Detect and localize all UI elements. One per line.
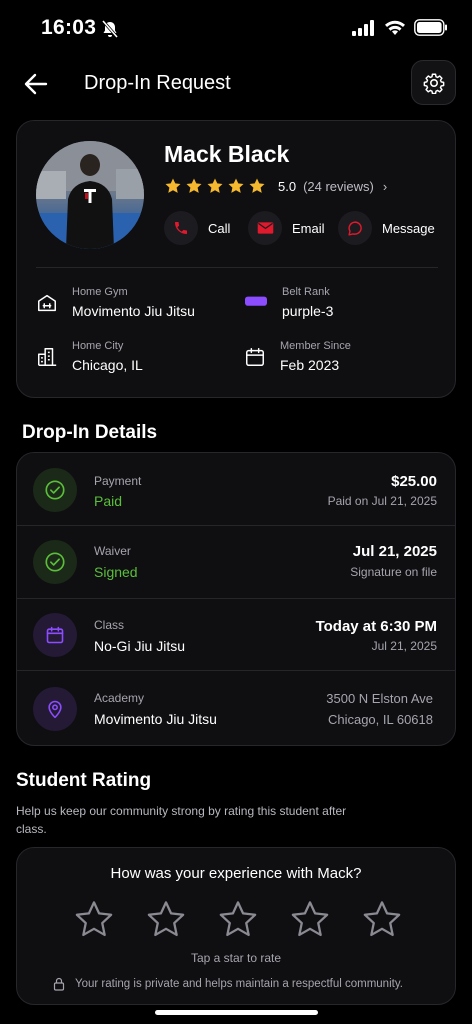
- calendar-icon: [246, 348, 264, 366]
- message-label: Message: [382, 220, 435, 236]
- payment-date: Paid on Jul 21, 2025: [327, 494, 437, 508]
- class-label: Class: [94, 618, 125, 632]
- academy-label: Academy: [94, 691, 145, 705]
- star-outline-icon: [291, 901, 329, 937]
- rating-reviews: (24 reviews): [303, 178, 374, 194]
- home-gym-value: Movimento Jiu Jitsu: [72, 303, 195, 319]
- email-button[interactable]: Email: [248, 211, 328, 245]
- waiver-label: Waiver: [94, 544, 131, 558]
- map-pin-icon: [33, 687, 77, 731]
- home-city-label: Home City: [72, 340, 124, 352]
- class-time: Today at 6:30 PM: [315, 618, 437, 635]
- academy-name: Movimento Jiu Jitsu: [94, 711, 217, 727]
- avatar-photo: [36, 141, 144, 249]
- waiver-date: Jul 21, 2025: [352, 543, 437, 560]
- status-indicators: [352, 19, 448, 36]
- star-outline-icon: [219, 901, 257, 937]
- star-outline-icon: [75, 901, 113, 937]
- member-since-label: Member Since: [280, 340, 351, 352]
- calendar-icon: [33, 613, 77, 657]
- gear-icon: [423, 73, 444, 94]
- rating-question: How was your experience with Mack?: [110, 865, 362, 882]
- class-row[interactable]: Class No-Gi Jiu Jitsu Today at 6:30 PM J…: [17, 599, 455, 671]
- star-outline-icon: [363, 901, 401, 937]
- call-label: Call: [208, 220, 231, 236]
- payment-label: Payment: [94, 474, 142, 488]
- rating-score: 5.0: [278, 178, 297, 194]
- home-gym-label: Home Gym: [72, 286, 128, 298]
- cellular-signal-icon: [352, 19, 374, 36]
- home-city-info: Home City Chicago, IL: [36, 340, 143, 373]
- waiver-row[interactable]: Waiver Signed Jul 21, 2025 Signature on …: [17, 526, 455, 599]
- wifi-icon: [385, 20, 405, 35]
- battery-icon: [414, 19, 447, 36]
- profile-divider: [36, 267, 438, 268]
- mail-icon: [248, 211, 282, 245]
- waiver-sub: Signature on file: [350, 565, 437, 579]
- back-button[interactable]: [20, 70, 52, 98]
- star-outline-icon: [147, 901, 185, 937]
- city-buildings-icon: [38, 348, 57, 366]
- academy-row[interactable]: Academy Movimento Jiu Jitsu 3500 N Elsto…: [17, 671, 455, 745]
- waiver-status: Signed: [94, 564, 138, 580]
- top-header: Drop-In Request: [0, 60, 472, 108]
- home-indicator[interactable]: [155, 1010, 318, 1015]
- academy-address-line2: Chicago, IL 60618: [327, 712, 433, 727]
- member-since-value: Feb 2023: [280, 357, 340, 373]
- profile-card: Mack Black 5.0 (24 reviews) › Call Email: [16, 120, 456, 398]
- rating-card: How was your experience with Mack? Tap a…: [16, 847, 456, 1005]
- rate-star-3[interactable]: [217, 898, 259, 940]
- belt-swatch-icon: [245, 296, 267, 306]
- payment-row[interactable]: Payment Paid $25.00 Paid on Jul 21, 2025: [17, 453, 455, 526]
- call-button[interactable]: Call: [164, 211, 238, 245]
- class-name: No-Gi Jiu Jitsu: [94, 638, 186, 654]
- bell-off-icon: [101, 20, 119, 38]
- check-circle-icon: [33, 540, 77, 584]
- rating-hint: Tap a star to rate: [190, 951, 282, 965]
- home-gym-info: Home Gym Movimento Jiu Jitsu: [36, 286, 195, 319]
- belt-rank-value: purple-3: [282, 303, 334, 319]
- status-bar: 16:03: [0, 0, 472, 56]
- message-button[interactable]: Message: [338, 211, 435, 245]
- rate-star-1[interactable]: [73, 898, 115, 940]
- details-section-title: Drop-In Details: [22, 422, 158, 443]
- rate-star-4[interactable]: [289, 898, 331, 940]
- rate-star-2[interactable]: [145, 898, 187, 940]
- academy-address-line1: 3500 N Elston Ave: [326, 691, 433, 706]
- star-filled-icon: [207, 178, 223, 193]
- chat-bubble-icon: [338, 211, 372, 245]
- payment-amount: $25.00: [391, 473, 437, 490]
- star-filled-icon: [165, 178, 181, 193]
- rate-star-5[interactable]: [361, 898, 403, 940]
- status-time: 16:03: [41, 16, 97, 39]
- star-filled-icon: [249, 178, 265, 193]
- arrow-left-icon: [24, 73, 48, 95]
- star-filled-icon: [228, 178, 244, 193]
- member-since-info: Member Since Feb 2023: [244, 340, 351, 373]
- phone-icon: [164, 211, 198, 245]
- avatar[interactable]: [36, 141, 144, 249]
- class-date: Jul 21, 2025: [371, 639, 437, 653]
- belt-rank-info: Belt Rank purple-3: [244, 286, 333, 319]
- rating-section-title: Student Rating: [16, 770, 152, 791]
- contact-actions: Call Email Message: [164, 211, 435, 245]
- settings-button[interactable]: [411, 60, 456, 105]
- gym-building-icon: [38, 294, 56, 312]
- star-rating-input: [73, 898, 403, 940]
- belt-rank-label: Belt Rank: [282, 286, 330, 298]
- payment-status: Paid: [94, 493, 123, 509]
- privacy-note: Your rating is private and helps maintai…: [53, 977, 403, 991]
- rating-description: Help us keep our community strong by rat…: [16, 804, 347, 836]
- page-title: Drop-In Request: [84, 72, 231, 94]
- email-label: Email: [292, 220, 325, 236]
- home-city-value: Chicago, IL: [72, 357, 143, 373]
- profile-name: Mack Black: [164, 141, 290, 167]
- chevron-right-icon: ›: [382, 178, 388, 194]
- privacy-text: Your rating is private and helps maintai…: [75, 978, 403, 990]
- rating-summary[interactable]: 5.0 (24 reviews) ›: [164, 177, 387, 195]
- star-filled-icon: [186, 178, 202, 193]
- details-card: Payment Paid $25.00 Paid on Jul 21, 2025…: [16, 452, 456, 746]
- lock-icon: [53, 977, 65, 991]
- check-circle-icon: [33, 468, 77, 512]
